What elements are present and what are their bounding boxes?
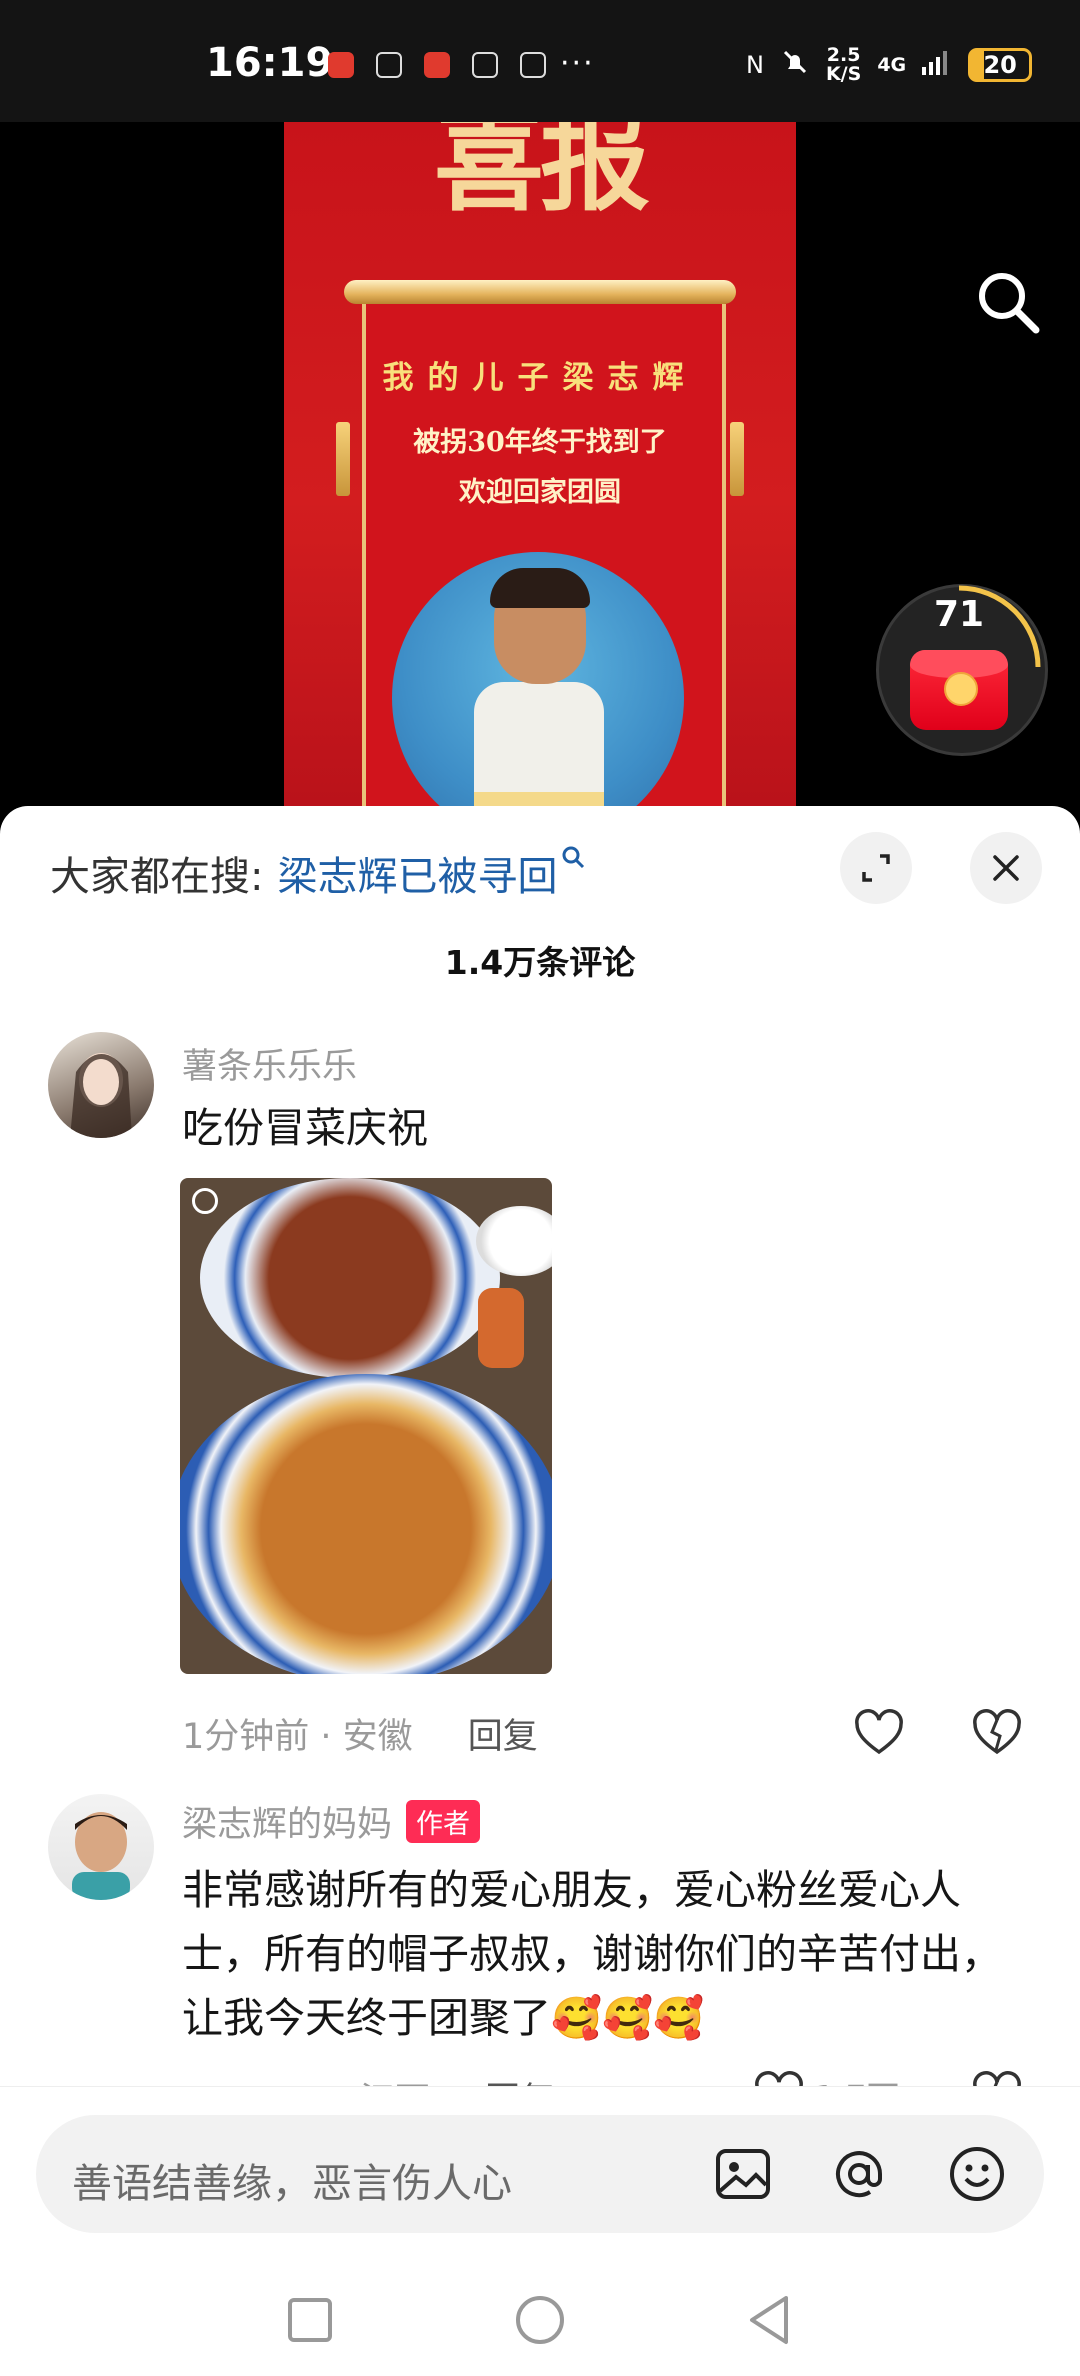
notification-icons xyxy=(328,52,546,78)
video-player[interactable]: 喜报 我的儿子梁志辉 被拐30年终于找到了 欢迎回家团圆 71 xyxy=(0,122,1080,812)
poster-line: 欢迎回家团圆 xyxy=(459,477,621,508)
close-button[interactable] xyxy=(970,832,1042,904)
poster-banner: 喜报 xyxy=(434,122,650,226)
app-notification-icon xyxy=(328,52,354,78)
comment-text: 吃份冒菜庆祝 xyxy=(182,1104,428,1152)
back-button[interactable] xyxy=(740,2290,800,2350)
app-notification-icon xyxy=(472,52,498,78)
more-notifications: ··· xyxy=(560,46,595,81)
like-button[interactable] xyxy=(852,1706,906,1760)
poster-line: 我的儿子梁志辉 xyxy=(382,360,698,396)
hot-search-term[interactable]: 梁志辉已被寻回 xyxy=(277,844,557,902)
network-type: 4G xyxy=(877,53,907,76)
image-picker-button[interactable] xyxy=(708,2139,778,2209)
red-packet-count: 71 xyxy=(933,594,985,635)
app-notification-icon xyxy=(520,52,546,78)
photo-detail xyxy=(490,568,590,608)
search-button[interactable] xyxy=(974,268,1042,336)
search-icon xyxy=(979,273,1040,334)
shield-icon xyxy=(376,52,402,78)
comment-input-bar: 善语结善缘，恶言伤人心 xyxy=(0,2086,1080,2257)
red-packet-widget[interactable]: 71 xyxy=(876,584,1048,756)
sauce-bottle xyxy=(478,1288,524,1368)
net-speed: 2.5 K/S xyxy=(825,44,862,85)
comment-meta: 1分钟前 · 安徽 回复 xyxy=(182,1717,538,1757)
emoji-button[interactable] xyxy=(942,2139,1012,2209)
small-search-icon xyxy=(561,843,585,876)
mention-button[interactable] xyxy=(824,2139,894,2209)
signal-icon xyxy=(922,49,952,81)
heart-icon xyxy=(855,1709,903,1755)
smiley-icon xyxy=(950,2147,1004,2201)
app-notification-icon xyxy=(424,52,450,78)
input-placeholder: 善语结善缘，恶言伤人心 xyxy=(72,2161,512,2207)
system-status: N 2.5 K/S 4G 20 xyxy=(746,44,1033,85)
expand-button[interactable] xyxy=(840,832,912,904)
live-photo-icon xyxy=(192,1188,218,1214)
status-time: 16:19 xyxy=(206,40,334,86)
reply-button[interactable]: 回复 xyxy=(468,1717,538,1757)
hot-search-prefix: 大家都在搜: xyxy=(50,854,264,900)
food-bowl xyxy=(200,1178,500,1378)
expand-icon xyxy=(862,854,890,882)
scroll-rod xyxy=(344,280,736,304)
close-icon xyxy=(993,855,1019,881)
red-packet-icon xyxy=(910,650,1008,730)
photo-detail xyxy=(474,682,604,802)
comment-panel: 大家都在搜: 梁志辉已被寻回 1.4万条评论 薯条乐乐乐 吃份冒菜庆祝 1分钟前… xyxy=(0,806,1080,2092)
author-badge: 作者 xyxy=(406,1800,481,1843)
comment-username[interactable]: 薯条乐乐乐 xyxy=(182,1038,357,1089)
avatar[interactable] xyxy=(48,1032,154,1138)
comment-image[interactable] xyxy=(180,1178,552,1674)
triangle-back-icon xyxy=(750,2296,788,2344)
system-nav-bar xyxy=(0,2256,1080,2376)
circle-icon xyxy=(516,2296,564,2344)
image-icon xyxy=(716,2149,770,2199)
avatar[interactable] xyxy=(48,1794,154,1900)
home-button[interactable] xyxy=(510,2290,570,2350)
comment-text: 非常感谢所有的爱心朋友，爱心粉丝爱心人士，所有的帽子叔叔，谢谢你们的辛苦付出，让… xyxy=(182,1866,1002,2042)
nfc-icon: N xyxy=(746,51,764,79)
battery-indicator: 20 xyxy=(968,48,1033,82)
comment-input[interactable]: 善语结善缘，恶言伤人心 xyxy=(36,2115,1044,2233)
poster-line: 被拐30年终于找到了 xyxy=(413,427,667,458)
video-poster: 喜报 我的儿子梁志辉 被拐30年终于找到了 欢迎回家团圆 xyxy=(284,122,796,812)
food-bowl xyxy=(180,1374,552,1674)
hot-search-suggestion[interactable]: 大家都在搜: 梁志辉已被寻回 xyxy=(50,844,585,902)
mute-icon xyxy=(780,47,810,83)
square-icon xyxy=(288,2298,332,2342)
at-icon xyxy=(836,2151,882,2198)
status-bar: 16:19 ··· N 2.5 K/S 4G 20 xyxy=(0,0,1080,122)
comment-username[interactable]: 梁志辉的妈妈 作者 xyxy=(182,1796,481,1847)
recents-button[interactable] xyxy=(280,2290,340,2350)
broken-heart-icon xyxy=(973,1709,1021,1755)
dislike-button[interactable] xyxy=(970,1706,1024,1760)
comment-count: 1.4万条评论 xyxy=(444,943,636,982)
